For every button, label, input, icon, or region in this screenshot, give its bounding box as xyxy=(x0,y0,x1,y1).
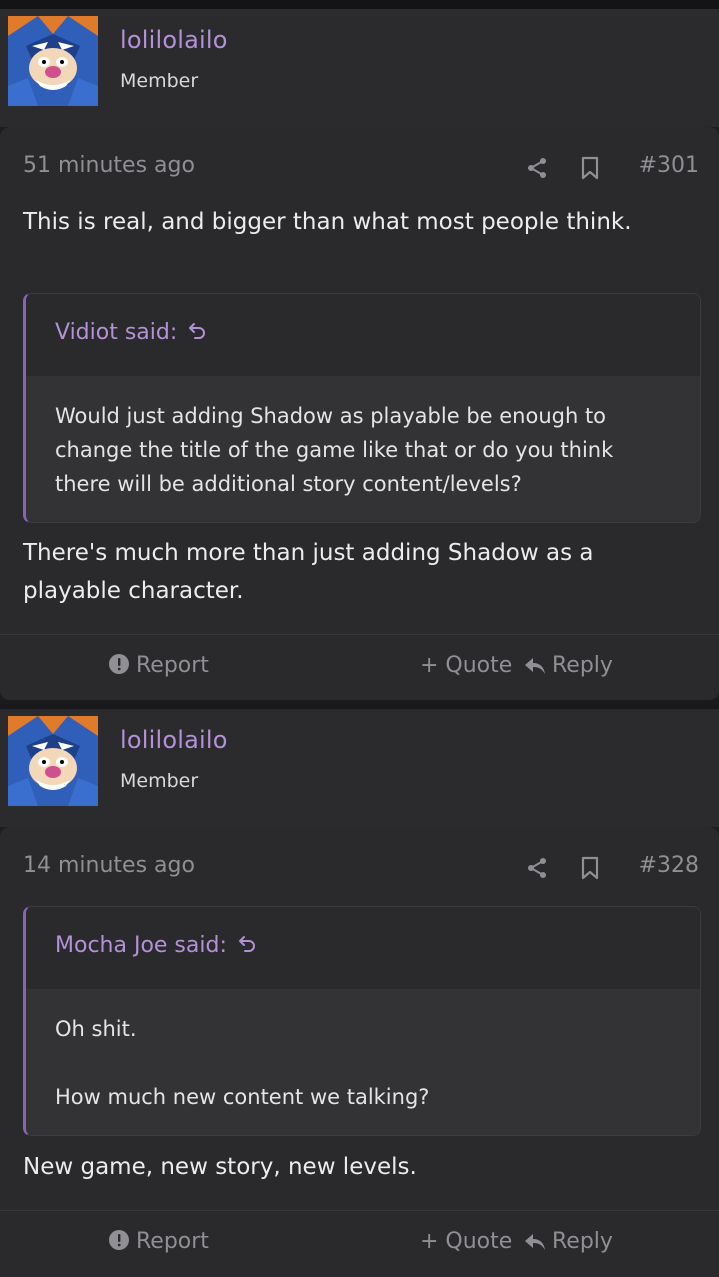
post-divider xyxy=(0,700,719,709)
reply-label: Reply xyxy=(552,1229,613,1254)
reply-arrow-icon[interactable] xyxy=(237,934,257,954)
message-text: There's much more than just adding Shado… xyxy=(23,540,594,604)
username[interactable]: lolilolailo xyxy=(120,26,228,54)
share-icon[interactable] xyxy=(525,156,549,180)
quote-block: Mocha Joe said: Oh shit. How much new co… xyxy=(23,906,701,1136)
bookmark-icon[interactable] xyxy=(580,156,600,180)
username[interactable]: lolilolailo xyxy=(120,726,228,754)
message-text: New game, new story, new levels. xyxy=(23,1154,417,1180)
report-icon xyxy=(109,1230,129,1250)
top-bar xyxy=(0,0,719,9)
reply-label: Reply xyxy=(552,653,613,678)
quote-text: Would just adding Shadow as playable be … xyxy=(55,404,614,496)
quote-header: Vidiot said: xyxy=(26,294,700,376)
post-actions: Report + Quote Reply xyxy=(0,1210,719,1277)
report-button[interactable]: Report xyxy=(108,1229,209,1254)
quote-text: How much new content we talking? xyxy=(55,1085,430,1109)
report-label: Report xyxy=(136,1229,209,1254)
quote-author-label: Mocha Joe said: xyxy=(55,933,227,958)
reply-icon xyxy=(525,658,545,674)
post-author-header: lolilolailo Member xyxy=(0,9,719,127)
quote-author[interactable]: Mocha Joe said: xyxy=(55,933,257,958)
quote-author-label: Vidiot said: xyxy=(55,320,178,345)
post-time[interactable]: 14 minutes ago xyxy=(23,853,195,878)
quote-content: Would just adding Shadow as playable be … xyxy=(26,376,700,522)
post-time[interactable]: 51 minutes ago xyxy=(23,153,195,178)
post-meta: 51 minutes ago #301 xyxy=(23,153,699,183)
post-number[interactable]: #328 xyxy=(639,853,699,878)
avatar-image xyxy=(8,716,98,806)
reply-button[interactable]: Reply xyxy=(524,1229,613,1254)
post-number[interactable]: #301 xyxy=(639,153,699,178)
avatar[interactable] xyxy=(8,16,98,106)
quote-author[interactable]: Vidiot said: xyxy=(55,320,207,345)
reply-arrow-icon[interactable] xyxy=(187,321,207,341)
quote-text: Oh shit. xyxy=(55,1017,137,1041)
post-meta: 14 minutes ago #328 xyxy=(23,853,699,883)
quote-block: Vidiot said: Would just adding Shadow as… xyxy=(23,293,701,523)
reply-button[interactable]: Reply xyxy=(524,653,613,678)
quote-button[interactable]: + Quote xyxy=(420,653,512,678)
reply-icon xyxy=(525,1234,545,1250)
report-icon xyxy=(109,654,129,674)
report-button[interactable]: Report xyxy=(108,653,209,678)
avatar[interactable] xyxy=(8,716,98,806)
quote-button[interactable]: + Quote xyxy=(420,1229,512,1254)
bookmark-icon[interactable] xyxy=(580,856,600,880)
post-actions: Report + Quote Reply xyxy=(0,634,719,701)
quote-content: Oh shit. How much new content we talking… xyxy=(26,989,700,1135)
share-icon[interactable] xyxy=(525,856,549,880)
post: 51 minutes ago #301 This is real, and bi… xyxy=(0,127,719,700)
report-label: Report xyxy=(136,653,209,678)
message-text: This is real, and bigger than what most … xyxy=(23,209,632,235)
post-author-header: lolilolailo Member xyxy=(0,709,719,827)
post: 14 minutes ago #328 Mocha Joe said: Oh s… xyxy=(0,827,719,1277)
user-title: Member xyxy=(120,70,199,92)
quote-header: Mocha Joe said: xyxy=(26,907,700,989)
avatar-image xyxy=(8,16,98,106)
user-title: Member xyxy=(120,770,199,792)
